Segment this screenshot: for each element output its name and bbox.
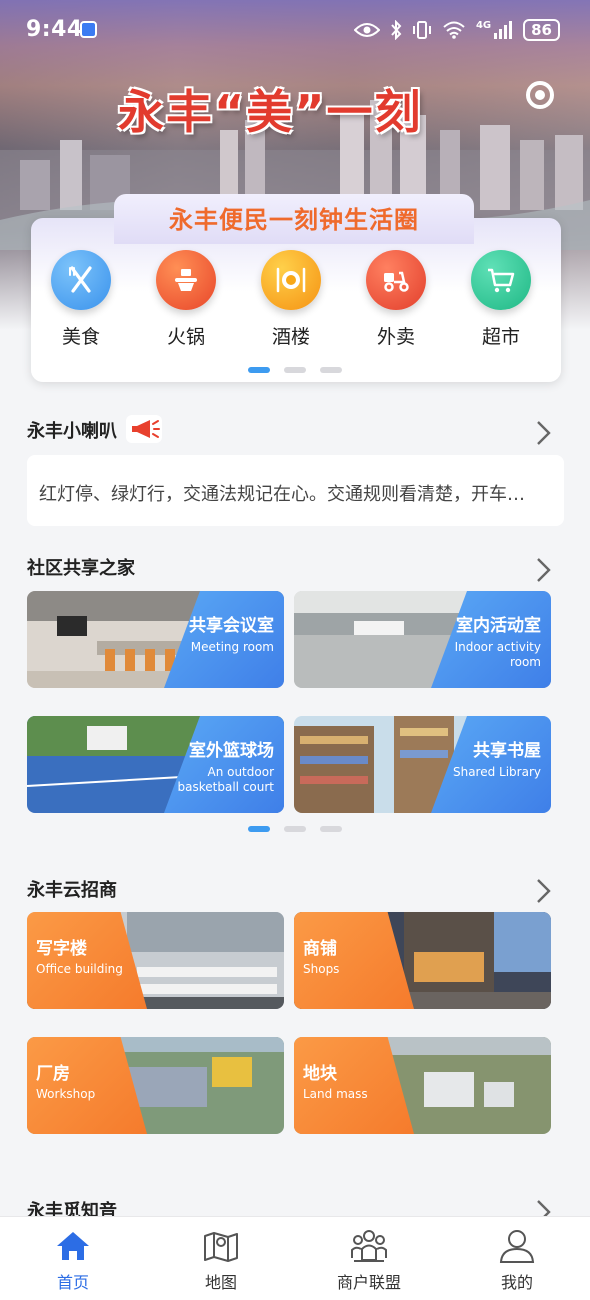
quick-item-restaurant[interactable]: 酒楼 bbox=[251, 250, 331, 349]
chevron-right-icon[interactable] bbox=[534, 419, 554, 447]
target-icon[interactable] bbox=[526, 81, 554, 109]
card-title: 室内活动室 bbox=[456, 616, 541, 636]
community-pager bbox=[248, 826, 342, 832]
quick-item-label: 美食 bbox=[61, 326, 100, 348]
card-title: 厂房 bbox=[36, 1064, 70, 1084]
card-subtitle-line: basketball court bbox=[177, 780, 274, 794]
chevron-right-icon[interactable] bbox=[534, 556, 554, 584]
card-shared-library[interactable]: 共享书屋 Shared Library bbox=[294, 716, 551, 813]
nav-label: 地图 bbox=[204, 1273, 237, 1292]
card-subtitle: Indoor activity room bbox=[455, 640, 541, 670]
card-subtitle: Shops bbox=[303, 962, 340, 976]
nav-item-profile[interactable]: 我的 bbox=[462, 1227, 572, 1293]
map-icon bbox=[204, 1232, 238, 1262]
scooter-icon bbox=[366, 250, 426, 310]
quick-panel-title: 永丰便民一刻钟生活圈 bbox=[169, 206, 419, 234]
card-title: 共享会议室 bbox=[189, 616, 274, 636]
quick-item-label: 超市 bbox=[481, 326, 520, 348]
hero-title: 永丰“美”一刻 bbox=[118, 85, 423, 139]
nav-label: 首页 bbox=[56, 1273, 89, 1292]
card-outdoor-basketball-court[interactable]: 室外篮球场 An outdoor basketball court bbox=[27, 716, 284, 813]
quick-panel-pager bbox=[248, 367, 342, 373]
eye-icon bbox=[353, 23, 380, 37]
nav-label: 商户联盟 bbox=[336, 1273, 401, 1292]
network-type: 4G bbox=[475, 19, 492, 31]
quick-item-label: 酒楼 bbox=[271, 326, 310, 348]
dish-icon bbox=[261, 250, 321, 310]
utensils-icon bbox=[51, 250, 111, 310]
pager-dot[interactable] bbox=[248, 826, 270, 832]
status-time: 9:44 bbox=[26, 17, 83, 42]
community-title: 社区共享之家 bbox=[27, 558, 135, 579]
card-shops[interactable]: 商铺 Shops bbox=[294, 912, 551, 1009]
pager-dot[interactable] bbox=[320, 367, 342, 373]
nav-item-map[interactable]: 地图 bbox=[166, 1227, 276, 1293]
pager-dot[interactable] bbox=[284, 826, 306, 832]
status-icons: 4G 86 bbox=[353, 18, 560, 42]
card-workshop[interactable]: 厂房 Workshop bbox=[27, 1037, 284, 1134]
card-office-building[interactable]: 写字楼 Office building bbox=[27, 912, 284, 1009]
card-subtitle: Office building bbox=[36, 962, 123, 976]
home-icon bbox=[57, 1232, 89, 1260]
app-notification-icon bbox=[80, 21, 97, 38]
status-bar: 9:44 4G 86 bbox=[0, 0, 590, 62]
bluetooth-icon bbox=[391, 20, 402, 40]
quick-item-takeout[interactable]: 外卖 bbox=[356, 250, 436, 349]
card-subtitle: An outdoor basketball court bbox=[178, 765, 274, 795]
vibrate-icon bbox=[412, 21, 431, 39]
card-land-mass[interactable]: 地块 Land mass bbox=[294, 1037, 551, 1134]
quick-item-food[interactable]: 美食 bbox=[41, 250, 121, 349]
hotpot-icon bbox=[156, 250, 216, 310]
merchant-alliance-icon bbox=[351, 1230, 387, 1262]
pager-dot[interactable] bbox=[320, 826, 342, 832]
battery-indicator: 86 bbox=[523, 19, 560, 41]
investment-title: 永丰云招商 bbox=[27, 880, 117, 901]
card-subtitle-line: room bbox=[509, 655, 541, 669]
card-title: 室外篮球场 bbox=[189, 741, 274, 761]
card-subtitle: Shared Library bbox=[452, 765, 541, 779]
cart-icon bbox=[471, 250, 531, 310]
card-title: 地块 bbox=[303, 1064, 337, 1084]
megaphone-icon bbox=[126, 415, 162, 443]
card-subtitle-line: An outdoor bbox=[207, 765, 274, 779]
bottom-navigation: 首页 地图 商户联盟 我的 bbox=[0, 1216, 590, 1300]
card-subtitle: Meeting room bbox=[190, 640, 274, 654]
card-subtitle: Workshop bbox=[36, 1087, 96, 1101]
quick-item-hotpot[interactable]: 火锅 bbox=[146, 250, 226, 349]
quick-item-supermarket[interactable]: 超市 bbox=[461, 250, 541, 349]
announcement-text: 红灯停、绿灯行，交通法规记在心。交通规则看清楚，开车… bbox=[39, 484, 525, 505]
card-subtitle-line: Indoor activity bbox=[454, 640, 541, 654]
wifi-icon bbox=[443, 21, 465, 39]
card-title: 写字楼 bbox=[36, 939, 87, 959]
nav-item-home[interactable]: 首页 bbox=[18, 1227, 128, 1293]
pager-dot[interactable] bbox=[248, 367, 270, 373]
card-meeting-room[interactable]: 共享会议室 Meeting room bbox=[27, 591, 284, 688]
card-indoor-activity-room[interactable]: 室内活动室 Indoor activity room bbox=[294, 591, 551, 688]
profile-icon bbox=[499, 1230, 535, 1263]
announcement-card[interactable]: 红灯停、绿灯行，交通法规记在心。交通规则看清楚，开车… bbox=[27, 455, 564, 526]
card-subtitle: Land mass bbox=[303, 1087, 368, 1101]
card-title: 商铺 bbox=[303, 939, 337, 959]
pager-dot[interactable] bbox=[284, 367, 306, 373]
card-title: 共享书屋 bbox=[473, 741, 541, 761]
chevron-right-icon[interactable] bbox=[534, 877, 554, 905]
nav-item-merchant-alliance[interactable]: 商户联盟 bbox=[314, 1227, 424, 1293]
signal-icon bbox=[494, 21, 513, 39]
quick-item-label: 外卖 bbox=[376, 326, 415, 348]
nav-label: 我的 bbox=[500, 1273, 533, 1292]
announcement-title: 永丰小喇叭 bbox=[27, 421, 117, 442]
quick-item-label: 火锅 bbox=[166, 326, 205, 348]
